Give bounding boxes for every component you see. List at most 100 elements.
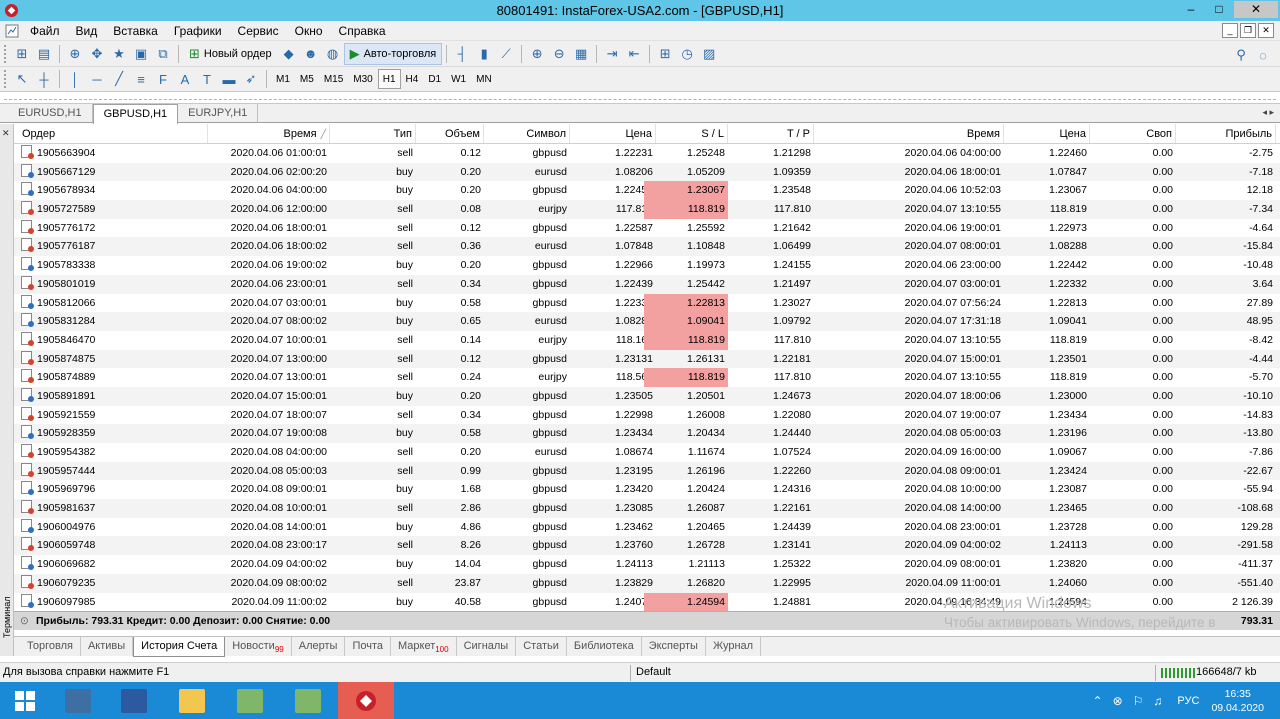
terminal-tab[interactable]: Почта (345, 637, 391, 656)
mdi-minimize-button[interactable]: _ (1222, 23, 1238, 38)
menu-item[interactable]: Сервис (230, 21, 287, 41)
terminal-tab[interactable]: Новости99 (225, 637, 292, 656)
table-row[interactable]: 1905954382 2020.04.08 04:00:00 sell 0.20 eur… (14, 443, 1280, 462)
network-icon[interactable]: ⊗ (1113, 694, 1123, 708)
tile-windows-icon[interactable]: ▦ (570, 44, 592, 64)
table-row[interactable]: 1905812066 2020.04.07 03:00:01 buy 0.58 gbpu… (14, 293, 1280, 313)
server-manager-taskbar-icon[interactable] (50, 682, 106, 719)
arrows-icon[interactable]: ➶ (240, 69, 262, 89)
remote-desktop-2-taskbar-icon[interactable] (280, 682, 336, 719)
table-row[interactable]: 1905801019 2020.04.06 23:00:01 sell 0.34 gbp… (14, 274, 1280, 294)
timeframe-button[interactable]: W1 (446, 69, 471, 89)
menu-item[interactable]: Графики (166, 21, 230, 41)
mdi-close-button[interactable]: ✕ (1258, 23, 1274, 38)
market-icon[interactable]: ◍ (322, 44, 344, 64)
terminal-tab[interactable]: Сигналы (457, 637, 517, 656)
table-row[interactable]: 1905981637 2020.04.08 10:00:01 sell 2.86 gbp… (14, 499, 1280, 518)
mdi-restore-button[interactable]: ❐ (1240, 23, 1256, 38)
explorer-taskbar-icon[interactable] (164, 682, 220, 719)
search-icon[interactable]: ⚲ (1230, 45, 1252, 65)
zoom-out-icon[interactable]: ⊖ (548, 44, 570, 64)
terminal-tab[interactable]: Активы (81, 637, 134, 656)
column-header-tp[interactable]: T / P (728, 124, 814, 143)
minimize-button[interactable]: – (1178, 1, 1204, 18)
zoom-in-icon[interactable]: ⊕ (526, 44, 548, 64)
indicators-icon[interactable]: ⊞ (654, 44, 676, 64)
data-window-icon[interactable]: ✥ (86, 44, 108, 64)
timeframe-button[interactable]: M30 (348, 69, 377, 89)
timeframe-button[interactable]: H1 (377, 69, 401, 89)
column-header-sl[interactable]: S / L (644, 124, 728, 143)
cursor-icon[interactable]: ↖ (11, 69, 33, 89)
table-row[interactable]: 1905783338 2020.04.06 19:00:02 buy 0.20 gbpu… (14, 256, 1280, 275)
profiles-icon[interactable]: ▤ (33, 44, 55, 64)
market-watch-icon[interactable]: ⊕ (64, 44, 86, 64)
toolbar-grip[interactable] (4, 70, 8, 88)
menu-item[interactable]: Вставка (105, 21, 166, 41)
table-row[interactable]: 1905921559 2020.04.07 18:00:07 sell 0.34 gbp… (14, 406, 1280, 425)
column-header-order[interactable]: Ордер (18, 124, 208, 143)
table-row[interactable]: 1905874889 2020.04.07 13:00:01 sell 0.24 eur… (14, 368, 1280, 387)
vertical-line-icon[interactable]: │ (64, 69, 86, 89)
timeframe-button[interactable]: M15 (319, 69, 348, 89)
chart-window-icon[interactable] (5, 24, 19, 38)
menu-item[interactable]: Вид (68, 21, 106, 41)
chart-tab[interactable]: GBPUSD,H1 (92, 104, 179, 124)
chart-tab[interactable]: EURJPY,H1 (178, 104, 259, 122)
metatrader-taskbar-icon[interactable] (338, 682, 394, 719)
notification-icon[interactable]: ⚐ (1133, 694, 1144, 708)
terminal-tab[interactable]: Маркет100 (391, 637, 457, 656)
column-header-volume[interactable]: Объем (416, 124, 484, 143)
table-row[interactable]: 1905969796 2020.04.08 09:00:01 buy 1.68 gbpu… (14, 480, 1280, 499)
new-order-button[interactable]: ⊞ Новый ордер (183, 43, 278, 65)
horizontal-line-icon[interactable]: ─ (86, 69, 108, 89)
terminal-tab[interactable]: История Счета (133, 637, 226, 657)
column-header-swap[interactable]: Своп (1090, 124, 1176, 143)
terminal-tab[interactable]: Библиотека (567, 637, 642, 656)
column-header-open-time[interactable]: Время ╱ (208, 124, 330, 143)
periods-icon[interactable]: ◷ (676, 44, 698, 64)
terminal-close-icon[interactable]: ✕ (2, 128, 10, 139)
table-row[interactable]: 1906079235 2020.04.09 08:00:02 sell 23.87 gb… (14, 573, 1280, 593)
table-row[interactable]: 1905776187 2020.04.06 18:00:02 sell 0.36 eur… (14, 237, 1280, 257)
navigator-icon[interactable]: ★ (108, 44, 130, 64)
table-row[interactable]: 1905846470 2020.04.07 10:00:01 sell 0.14 eur… (14, 330, 1280, 350)
crosshair-icon[interactable]: ┼ (33, 69, 55, 89)
column-header-symbol[interactable]: Символ (484, 124, 570, 143)
terminal-tab[interactable]: Торговля (20, 637, 81, 656)
autoscroll-icon[interactable]: ⇥ (601, 44, 623, 64)
table-row[interactable]: 1905891891 2020.04.07 15:00:01 buy 0.20 gbpu… (14, 386, 1280, 406)
remote-desktop-taskbar-icon[interactable] (222, 682, 278, 719)
bar-chart-icon[interactable]: ┤ (451, 44, 473, 64)
table-row[interactable]: 1906069682 2020.04.09 04:00:02 buy 14.04 gbp… (14, 555, 1280, 574)
timeframe-button[interactable]: M5 (295, 69, 319, 89)
column-header-profit[interactable]: Прибыль (1176, 124, 1276, 143)
column-header-type[interactable]: Тип (330, 124, 416, 143)
templates-icon[interactable]: ▨ (698, 44, 720, 64)
auto-trading-button[interactable]: ▶ Авто-торговля (343, 42, 443, 65)
timeframe-button[interactable]: H4 (401, 69, 424, 89)
timeframe-button[interactable]: MN (471, 69, 497, 89)
table-row[interactable]: 1905776172 2020.04.06 18:00:01 sell 0.12 gbp… (14, 219, 1280, 238)
table-row[interactable]: 1905831284 2020.04.07 08:00:02 buy 0.65 euru… (14, 312, 1280, 331)
volume-icon[interactable]: ♫ (1153, 694, 1162, 708)
label-icon[interactable]: T (196, 69, 218, 89)
fibonacci-icon[interactable]: F (152, 69, 174, 89)
terminal-tab[interactable]: Журнал (706, 637, 762, 656)
clock[interactable]: 16:35 09.04.2020 (1211, 687, 1264, 715)
tray-overflow-icon[interactable]: ⌃ (1093, 694, 1103, 708)
table-row[interactable]: 1906004976 2020.04.08 14:00:01 buy 4.86 gbpu… (14, 518, 1280, 537)
table-row[interactable]: 1905874875 2020.04.07 13:00:00 sell 0.12 gbp… (14, 349, 1280, 369)
timeframe-button[interactable]: D1 (423, 69, 446, 89)
language-indicator[interactable]: РУС (1177, 695, 1199, 707)
timeframe-button[interactable]: M1 (271, 69, 295, 89)
terminal-tab[interactable]: Эксперты (642, 637, 706, 656)
chart-tabs-scroll-icon[interactable]: ◂ ▸ (1262, 107, 1274, 118)
candlestick-icon[interactable]: ▮ (473, 44, 495, 64)
table-row[interactable]: 1906059748 2020.04.08 23:00:17 sell 8.26 gbp… (14, 536, 1280, 556)
table-row[interactable]: 1905727589 2020.04.06 12:00:00 sell 0.08 eur… (14, 200, 1280, 219)
line-chart-icon[interactable]: ⟋ (495, 44, 517, 64)
maximize-button[interactable]: □ (1206, 1, 1232, 18)
menu-item[interactable]: Справка (331, 21, 394, 41)
start-button[interactable] (0, 682, 50, 719)
